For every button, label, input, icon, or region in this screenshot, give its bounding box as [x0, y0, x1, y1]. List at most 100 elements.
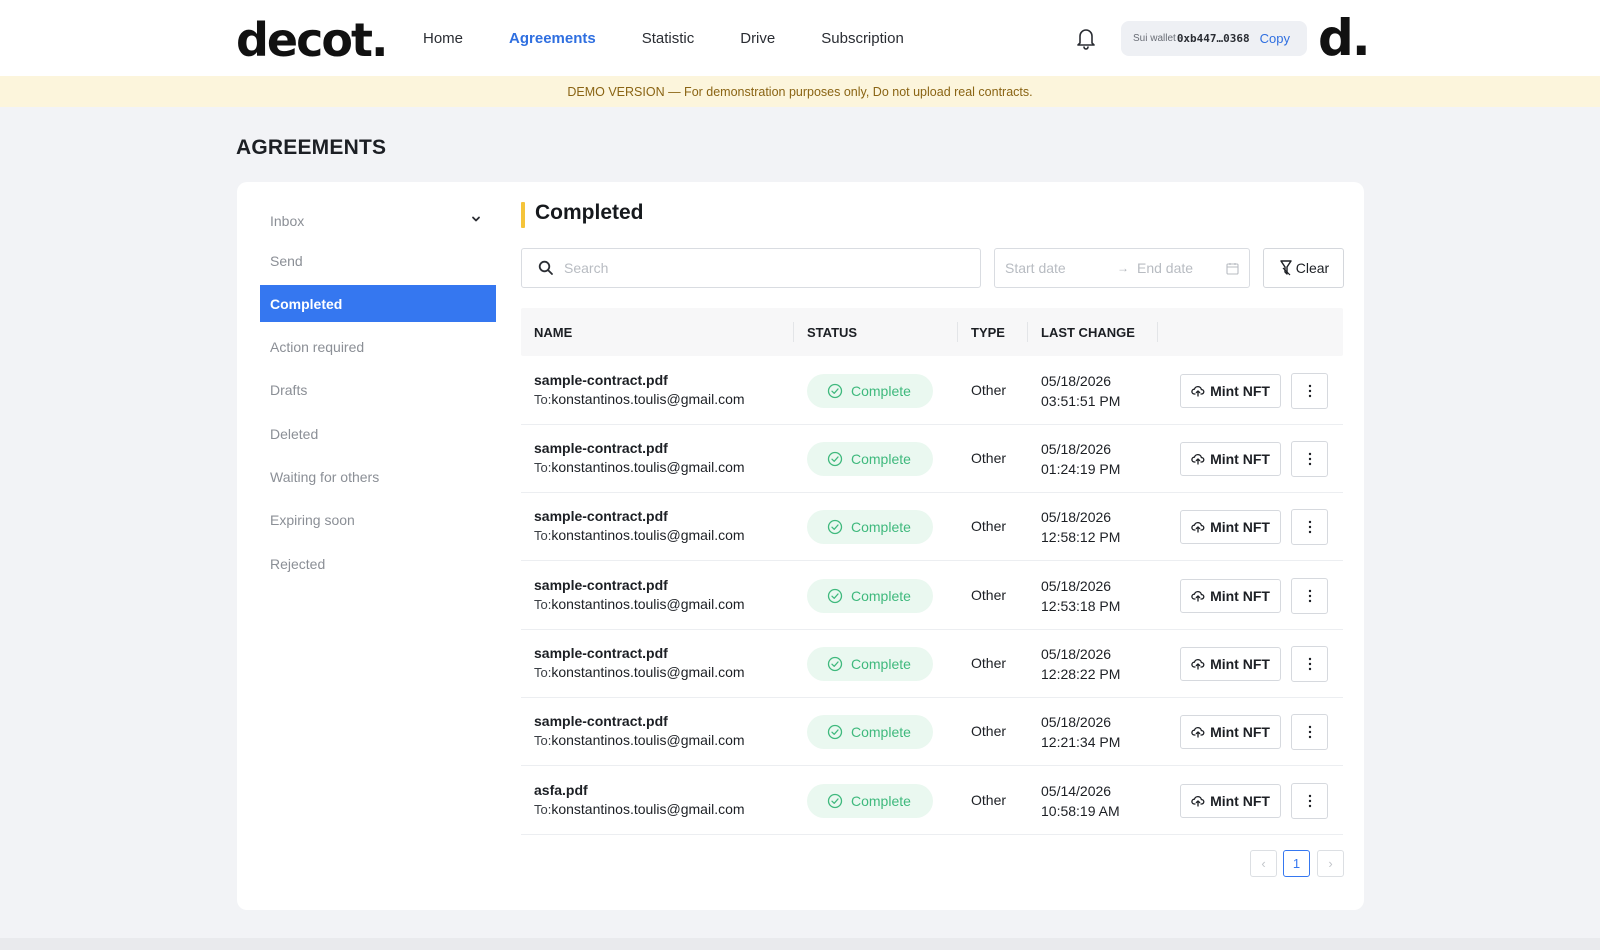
file-name[interactable]: asfa.pdf [534, 781, 745, 799]
table-row[interactable]: sample-contract.pdf To:konstantinos.touli… [521, 630, 1343, 698]
mint-nft-button[interactable]: Mint NFT [1180, 784, 1281, 818]
sidebar-item-deleted[interactable]: Deleted [260, 415, 496, 452]
nav-subscription[interactable]: Subscription [821, 30, 904, 47]
search-icon [538, 260, 553, 275]
file-cell: sample-contract.pdf To:konstantinos.touli… [534, 712, 745, 751]
sidebar-item-rejected[interactable]: Rejected [260, 545, 496, 582]
file-cell: sample-contract.pdf To:konstantinos.touli… [534, 439, 745, 478]
mint-label: Mint NFT [1210, 451, 1270, 467]
col-name[interactable]: NAME [534, 308, 572, 356]
date-value: 05/18/2026 [1041, 578, 1112, 594]
type-cell: Other [971, 518, 1007, 534]
file-name[interactable]: sample-contract.pdf [534, 507, 745, 525]
more-options-button[interactable] [1291, 509, 1328, 545]
sidebar-item-send[interactable]: Send [260, 242, 496, 279]
recipient: To:konstantinos.toulis@gmail.com [534, 457, 745, 478]
sidebar-item-drafts[interactable]: Drafts [260, 371, 496, 408]
mint-label: Mint NFT [1210, 519, 1270, 535]
file-name[interactable]: sample-contract.pdf [534, 576, 745, 594]
col-type[interactable]: TYPE [971, 308, 1005, 356]
col-last-change[interactable]: LAST CHANGE [1041, 308, 1135, 356]
to-label: To: [534, 665, 552, 680]
file-name[interactable]: sample-contract.pdf [534, 439, 745, 457]
mint-nft-button[interactable]: Mint NFT [1180, 579, 1281, 613]
more-options-button[interactable] [1291, 646, 1328, 682]
nav-agreements[interactable]: Agreements [509, 30, 596, 47]
more-vertical-icon [1308, 794, 1311, 808]
clear-filter-button[interactable]: Clear [1263, 248, 1344, 288]
more-vertical-icon [1308, 452, 1311, 466]
sidebar-item-completed[interactable]: Completed [260, 285, 496, 322]
sidebar-item-expiring-soon[interactable]: Expiring soon [260, 501, 496, 538]
file-cell: asfa.pdf To:konstantinos.toulis@gmail.com [534, 781, 745, 820]
demo-banner: DEMO VERSION — For demonstration purpose… [0, 76, 1600, 107]
to-label: To: [534, 392, 552, 407]
recipient: To:konstantinos.toulis@gmail.com [534, 799, 745, 820]
app-logo[interactable]: decot. [236, 12, 388, 68]
mint-label: Mint NFT [1210, 656, 1270, 672]
nav-drive[interactable]: Drive [740, 30, 775, 47]
more-options-button[interactable] [1291, 578, 1328, 614]
cloud-upload-icon [1191, 522, 1205, 533]
more-options-button[interactable] [1291, 373, 1328, 409]
table-row[interactable]: sample-contract.pdf To:konstantinos.touli… [521, 425, 1343, 493]
nav-home[interactable]: Home [423, 30, 463, 47]
nav-statistic[interactable]: Statistic [642, 30, 695, 47]
col-status[interactable]: STATUS [807, 308, 857, 356]
to-label: To: [534, 802, 552, 817]
recipient-email: konstantinos.toulis@gmail.com [551, 801, 745, 817]
table-header: NAME STATUS TYPE LAST CHANGE [521, 308, 1343, 356]
table-row[interactable]: sample-contract.pdf To:konstantinos.touli… [521, 357, 1343, 425]
pagination-page-1[interactable]: 1 [1283, 850, 1310, 877]
time-value: 12:53:18 PM [1041, 598, 1121, 614]
copy-wallet-button[interactable]: Copy [1260, 31, 1290, 46]
start-date-input[interactable]: Start date [1005, 260, 1105, 276]
date-range-picker[interactable]: Start date → End date [994, 248, 1250, 288]
section-marker [521, 202, 525, 228]
table-row[interactable]: sample-contract.pdf To:konstantinos.touli… [521, 562, 1343, 630]
to-label: To: [534, 597, 552, 612]
mint-nft-button[interactable]: Mint NFT [1180, 715, 1281, 749]
pagination-prev[interactable]: ‹ [1250, 850, 1277, 877]
more-options-button[interactable] [1291, 783, 1328, 819]
end-date-input[interactable]: End date [1137, 260, 1237, 276]
sidebar-item-waiting-for-others[interactable]: Waiting for others [260, 458, 496, 495]
check-circle-icon [827, 451, 843, 467]
table-row[interactable]: sample-contract.pdf To:konstantinos.touli… [521, 698, 1343, 766]
last-change-cell: 05/18/2026 03:51:51 PM [1041, 371, 1120, 411]
sidebar-item-action-required[interactable]: Action required [260, 328, 496, 365]
table-row[interactable]: sample-contract.pdf To:konstantinos.touli… [521, 493, 1343, 561]
search-input[interactable] [564, 260, 944, 276]
more-vertical-icon [1308, 520, 1311, 534]
recipient: To:konstantinos.toulis@gmail.com [534, 594, 745, 615]
file-name[interactable]: sample-contract.pdf [534, 712, 745, 730]
more-options-button[interactable] [1291, 714, 1328, 750]
cloud-upload-icon [1191, 659, 1205, 670]
top-header: decot. Home Agreements Statistic Drive S… [0, 0, 1600, 76]
time-value: 01:24:19 PM [1041, 461, 1121, 477]
more-options-button[interactable] [1291, 441, 1328, 477]
mint-nft-button[interactable]: Mint NFT [1180, 442, 1281, 476]
sidebar-item-label: Rejected [270, 555, 326, 572]
bell-icon[interactable] [1075, 26, 1097, 50]
mint-nft-button[interactable]: Mint NFT [1180, 510, 1281, 544]
table-row[interactable]: asfa.pdf To:konstantinos.toulis@gmail.com… [521, 767, 1343, 835]
pagination-next[interactable]: › [1317, 850, 1344, 877]
col-divider [1027, 322, 1028, 342]
mint-nft-button[interactable]: Mint NFT [1180, 647, 1281, 681]
col-divider [957, 322, 958, 342]
sidebar-item-inbox[interactable]: Inbox [260, 202, 496, 239]
file-name[interactable]: sample-contract.pdf [534, 644, 745, 662]
user-avatar[interactable]: d. [1318, 8, 1371, 68]
more-vertical-icon [1308, 384, 1311, 398]
wallet-address: 0xb447…0368 [1176, 32, 1250, 45]
check-circle-icon [827, 588, 843, 604]
file-name[interactable]: sample-contract.pdf [534, 371, 745, 389]
status-label: Complete [851, 793, 911, 809]
mint-nft-button[interactable]: Mint NFT [1180, 374, 1281, 408]
date-value: 05/18/2026 [1041, 509, 1112, 525]
search-box[interactable] [521, 248, 981, 288]
date-value: 05/14/2026 [1041, 783, 1112, 799]
col-divider [1157, 322, 1158, 342]
date-value: 05/18/2026 [1041, 373, 1112, 389]
